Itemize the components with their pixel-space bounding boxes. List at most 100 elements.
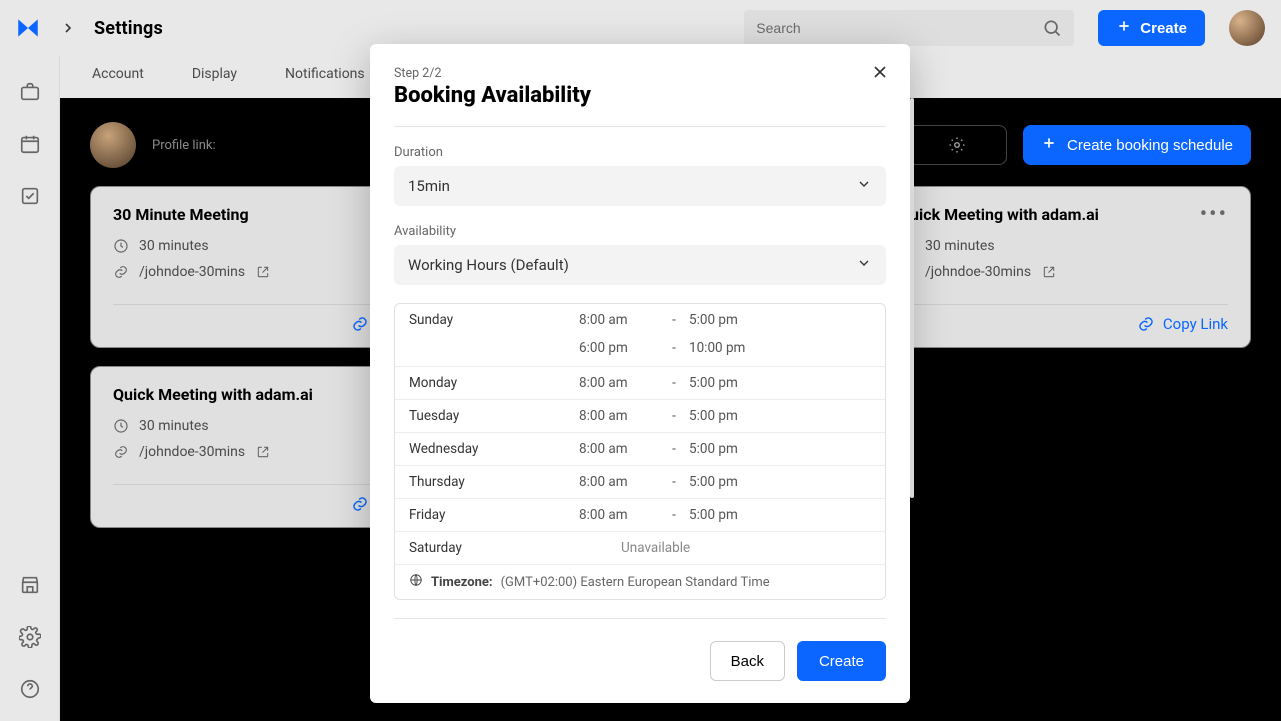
duration-field-label: Duration — [394, 145, 886, 160]
schedule-row: SaturdayUnavailable — [395, 532, 885, 565]
timezone-value: (GMT+02:00) Eastern European Standard Ti… — [501, 575, 770, 590]
modal-create-button[interactable]: Create — [797, 641, 886, 681]
schedule-end-time: 5:00 pm — [689, 375, 871, 391]
schedule-day: Sunday — [409, 312, 579, 328]
schedule-row: Monday8:00 am-5:00 pm — [395, 367, 885, 400]
schedule-end-time: 5:00 pm — [689, 507, 871, 523]
schedule-end-time: 5:00 pm — [689, 312, 871, 328]
card-menu-icon[interactable]: ••• — [1200, 209, 1228, 220]
external-link-icon[interactable] — [1041, 264, 1057, 280]
schedule-start-time: 8:00 am — [579, 441, 659, 457]
user-avatar[interactable] — [1229, 10, 1265, 46]
booking-card-title: Quick Meeting with adam.ai — [113, 385, 406, 404]
link-icon — [113, 264, 129, 280]
schedule-start-time: 8:00 am — [579, 507, 659, 523]
schedule-start-time: 8:00 am — [579, 312, 659, 328]
back-button[interactable]: Back — [710, 641, 785, 681]
breadcrumb-chevron-icon — [58, 18, 78, 38]
schedule-unavailable-label: Unavailable — [579, 540, 871, 556]
storefront-icon[interactable] — [18, 573, 42, 597]
tab-notifications[interactable]: Notifications — [285, 66, 365, 82]
availability-schedule-table: Sunday8:00 am-5:00 pm6:00 pm-10:00 pmMon… — [394, 303, 886, 600]
search-box[interactable] — [744, 10, 1074, 46]
help-icon[interactable] — [18, 677, 42, 701]
app-logo[interactable] — [10, 10, 46, 46]
schedule-day: Saturday — [409, 540, 579, 556]
search-icon — [1042, 18, 1062, 38]
timezone-row: Timezone: (GMT+02:00) Eastern European St… — [395, 565, 885, 599]
schedule-end-time: 5:00 pm — [689, 408, 871, 424]
globe-icon — [409, 573, 423, 591]
schedule-end-time: 10:00 pm — [689, 340, 871, 356]
link-icon — [113, 444, 129, 460]
schedule-dash: - — [659, 375, 689, 391]
tab-account[interactable]: Account — [92, 66, 144, 82]
schedule-day: Wednesday — [409, 441, 579, 457]
chevron-down-icon — [856, 176, 872, 196]
close-icon[interactable] — [870, 62, 892, 84]
external-link-icon[interactable] — [255, 264, 271, 280]
schedule-day: Friday — [409, 507, 579, 523]
schedule-dash: - — [659, 507, 689, 523]
search-input[interactable] — [756, 20, 1042, 36]
schedule-day: Thursday — [409, 474, 579, 490]
booking-card-slug: /johndoe-30mins — [925, 264, 1031, 280]
profile-avatar[interactable] — [90, 122, 136, 168]
chevron-down-icon — [856, 255, 872, 275]
schedule-start-time: 8:00 am — [579, 474, 659, 490]
booking-card-title: 30 Minute Meeting — [113, 205, 406, 224]
modal-title: Booking Availability — [394, 83, 886, 108]
booking-card-slug: /johndoe-30mins — [139, 264, 245, 280]
schedule-start-time: 8:00 am — [579, 408, 659, 424]
schedule-start-time: 6:00 pm — [579, 340, 659, 356]
plus-icon — [1041, 135, 1057, 155]
duration-select-value: 15min — [408, 177, 450, 195]
schedule-dash: - — [659, 340, 689, 356]
booking-card-slug: /johndoe-30mins — [139, 444, 245, 460]
copy-link-button[interactable]: Copy Link — [1137, 315, 1228, 333]
timezone-label: Timezone: — [431, 575, 493, 590]
settings-pill-button[interactable] — [907, 125, 1007, 165]
duration-select[interactable]: 15min — [394, 166, 886, 206]
schedule-start-time: 8:00 am — [579, 375, 659, 391]
schedule-end-time: 5:00 pm — [689, 441, 871, 457]
booking-card-duration: 30 minutes — [139, 418, 209, 434]
checklist-icon[interactable] — [18, 184, 42, 208]
booking-card: Quick Meeting with adam.ai ••• 30 minute… — [876, 186, 1251, 348]
create-booking-schedule-button[interactable]: Create booking schedule — [1023, 125, 1251, 165]
schedule-row: Friday8:00 am-5:00 pm — [395, 499, 885, 532]
briefcase-icon[interactable] — [18, 80, 42, 104]
schedule-dash: - — [659, 441, 689, 457]
copy-link-label: Copy Link — [1163, 315, 1228, 333]
booking-card-duration: 30 minutes — [139, 238, 209, 254]
schedule-dash: - — [659, 474, 689, 490]
availability-select-value: Working Hours (Default) — [408, 256, 569, 274]
schedule-row: Tuesday8:00 am-5:00 pm — [395, 400, 885, 433]
booking-card-duration: 30 minutes — [925, 238, 995, 254]
create-booking-schedule-label: Create booking schedule — [1067, 137, 1233, 154]
schedule-row: Sunday8:00 am-5:00 pm — [395, 304, 885, 336]
calendar-icon[interactable] — [18, 132, 42, 156]
page-title: Settings — [94, 18, 163, 39]
schedule-day: Tuesday — [409, 408, 579, 424]
booking-card-title: Quick Meeting with adam.ai — [899, 205, 1192, 224]
sidebar — [0, 56, 60, 721]
clock-icon — [113, 238, 129, 254]
tab-display[interactable]: Display — [192, 66, 237, 82]
modal-scrollbar[interactable] — [910, 98, 914, 498]
schedule-row: 6:00 pm-10:00 pm — [395, 336, 885, 367]
plus-icon — [1116, 18, 1132, 38]
create-button[interactable]: Create — [1098, 10, 1205, 46]
schedule-day: Monday — [409, 375, 579, 391]
booking-availability-modal: Step 2/2 Booking Availability Duration 1… — [370, 44, 910, 703]
schedule-end-time: 5:00 pm — [689, 474, 871, 490]
profile-link-label: Profile link: — [152, 138, 216, 153]
availability-select[interactable]: Working Hours (Default) — [394, 245, 886, 285]
gear-icon[interactable] — [18, 625, 42, 649]
schedule-row: Thursday8:00 am-5:00 pm — [395, 466, 885, 499]
external-link-icon[interactable] — [255, 444, 271, 460]
schedule-dash: - — [659, 312, 689, 328]
availability-field-label: Availability — [394, 224, 886, 239]
create-button-label: Create — [1140, 20, 1187, 37]
schedule-dash: - — [659, 408, 689, 424]
